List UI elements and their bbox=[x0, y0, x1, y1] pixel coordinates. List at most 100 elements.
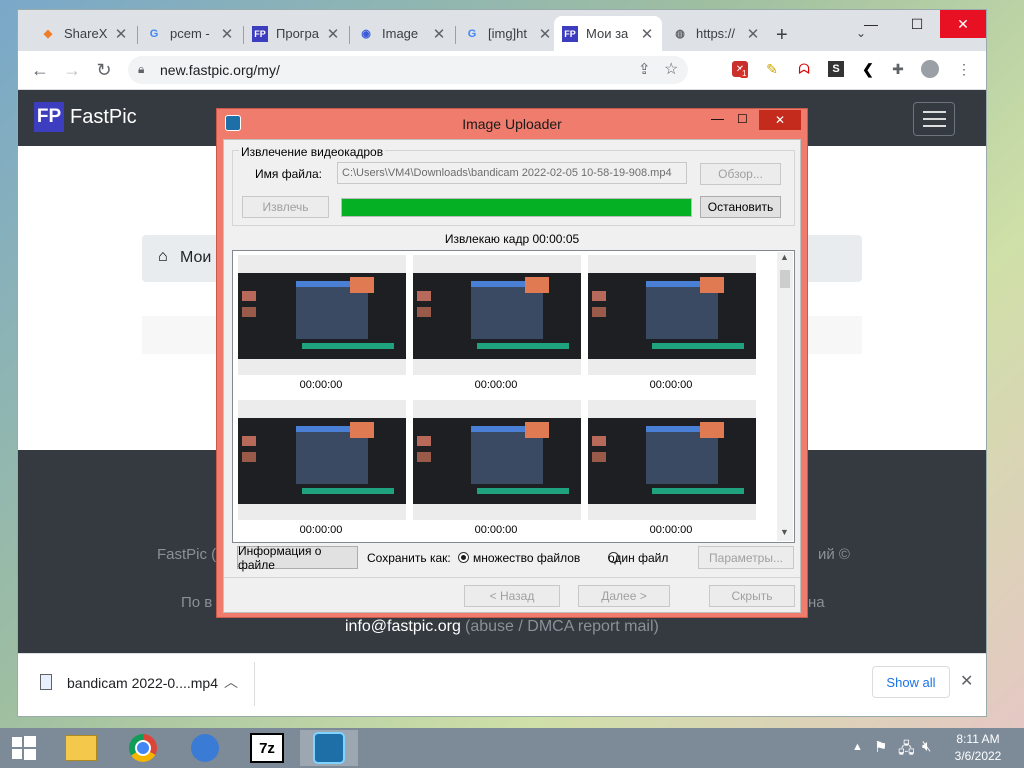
sevenzip-icon[interactable]: 7z bbox=[238, 730, 296, 766]
back-arrow-icon[interactable]: ← bbox=[26, 57, 54, 83]
tab-strip: ◆ ShareX ✕ G pcem - ✕ FP Програ ✕ ◉ Imag… bbox=[18, 10, 986, 51]
close-icon[interactable]: ✕ bbox=[326, 25, 340, 43]
tab-pcem[interactable]: G pcem - ✕ bbox=[138, 16, 242, 51]
frame-thumbnail[interactable]: 00:00:00 bbox=[411, 253, 581, 399]
multi-files-label[interactable]: множество файлов bbox=[473, 551, 580, 565]
single-file-label[interactable]: один файл bbox=[608, 551, 668, 565]
show-all-button[interactable]: Show all bbox=[872, 666, 950, 698]
frame-thumbnail[interactable]: 00:00:00 bbox=[586, 253, 756, 399]
tab-image[interactable]: ◉ Image ✕ bbox=[350, 16, 454, 51]
footer-line2-right: на bbox=[808, 594, 825, 611]
close-icon[interactable]: ✕ bbox=[220, 25, 234, 43]
home-icon[interactable]: ⌂ bbox=[158, 248, 168, 266]
url-text[interactable]: new.fastpic.org/my/ bbox=[160, 62, 280, 78]
frame-timecode: 00:00:00 bbox=[649, 524, 693, 536]
clock-time[interactable]: 8:11 AM bbox=[950, 732, 1006, 746]
frame-timecode: 00:00:00 bbox=[649, 379, 693, 391]
frame-thumbnail[interactable]: 00:00:00 bbox=[411, 398, 581, 542]
frame-image bbox=[413, 255, 581, 375]
file-info-button[interactable]: Информация о файле bbox=[237, 544, 358, 572]
multi-files-radio[interactable] bbox=[458, 552, 469, 563]
footer-email[interactable]: info@fastpic.org bbox=[345, 618, 461, 636]
footer-text-right: ий © bbox=[818, 546, 850, 563]
file-explorer-icon[interactable] bbox=[52, 730, 110, 766]
site-name[interactable]: FastPic bbox=[70, 106, 137, 129]
hide-button[interactable]: Скрыть bbox=[709, 585, 795, 607]
profile-avatar[interactable] bbox=[920, 59, 940, 79]
frame-thumbnail[interactable]: 00:00:00 bbox=[586, 398, 756, 542]
back-button[interactable]: < Назад bbox=[464, 585, 560, 607]
stop-button[interactable]: Остановить bbox=[700, 196, 781, 218]
frame-timecode: 00:00:00 bbox=[474, 379, 518, 391]
dialog-titlebar[interactable]: Image Uploader — ☐ ✕ bbox=[217, 109, 807, 139]
flag-icon[interactable]: ⚑ bbox=[874, 738, 887, 756]
frames-scrollbar[interactable]: ▲ ▼ bbox=[777, 252, 793, 541]
blue-globe-icon: ◉ bbox=[361, 28, 371, 40]
chrome-icon[interactable] bbox=[114, 730, 172, 766]
save-as-label: Сохранить как: bbox=[367, 551, 451, 565]
scrollbar-thumb[interactable] bbox=[780, 270, 790, 288]
file-path-field[interactable]: C:\Users\VM4\Downloads\bandicam 2022-02-… bbox=[337, 162, 687, 184]
share-icon[interactable]: ⇪ bbox=[638, 60, 651, 78]
volume-muted-icon[interactable]: 🔇︎ bbox=[922, 738, 931, 755]
maximize-button[interactable]: ☐ bbox=[737, 112, 748, 126]
close-icon[interactable]: ✕ bbox=[432, 25, 446, 43]
frame-image bbox=[588, 400, 756, 520]
tab-https[interactable]: ◍ https:// ✕ bbox=[664, 16, 768, 51]
close-window-button[interactable]: ✕ bbox=[940, 10, 986, 38]
close-icon[interactable]: ✕ bbox=[746, 25, 760, 43]
forward-arrow-icon[interactable]: → bbox=[58, 57, 86, 83]
fastpic-logo[interactable]: FP bbox=[34, 102, 64, 132]
start-button[interactable] bbox=[0, 730, 48, 766]
minimize-button[interactable]: — bbox=[848, 10, 894, 38]
scroll-up-icon[interactable]: ▲ bbox=[780, 252, 789, 262]
frame-thumbnail[interactable]: 00:00:00 bbox=[236, 253, 406, 399]
tab-sharex[interactable]: ◆ ShareX ✕ bbox=[32, 16, 136, 51]
browser-toolbar: ← → ↻ 🔒︎ new.fastpic.org/my/ ⇪ ☆ ✕ 1 ✎ ᗣ… bbox=[18, 51, 986, 90]
show-hidden-icons-icon[interactable]: ▲ bbox=[852, 741, 863, 753]
download-filename[interactable]: bandicam 2022-0....mp4 bbox=[67, 675, 218, 691]
tab-img-search[interactable]: G [img]ht ✕ bbox=[456, 16, 560, 51]
breadcrumb-label[interactable]: Мои bbox=[180, 249, 211, 267]
extraction-progress-bar bbox=[341, 198, 692, 217]
pencil-extension-icon[interactable]: ✎ bbox=[762, 59, 782, 79]
close-dialog-button[interactable]: ✕ bbox=[759, 110, 801, 130]
chevron-left-extension-icon[interactable]: ❮ bbox=[858, 59, 878, 79]
browse-button[interactable]: Обзор... bbox=[700, 163, 781, 185]
close-icon[interactable]: ✕ bbox=[640, 25, 654, 43]
close-icon[interactable]: ✕ bbox=[114, 25, 128, 43]
adblock-extension-icon[interactable]: ✕ 1 bbox=[730, 59, 750, 79]
new-tab-icon[interactable]: + bbox=[776, 24, 788, 47]
frame-thumbnail[interactable]: 00:00:00 bbox=[236, 398, 406, 542]
network-globe-icon[interactable] bbox=[176, 730, 234, 766]
parameters-button[interactable]: Параметры... bbox=[698, 546, 794, 569]
frame-timecode: 00:00:00 bbox=[474, 524, 518, 536]
menu-dots-icon[interactable]: ⋮ bbox=[954, 59, 974, 79]
extract-button[interactable]: Извлечь bbox=[242, 196, 329, 218]
dialog-body: Извлечение видеокадров Имя файла: C:\Use… bbox=[223, 139, 801, 613]
close-icon[interactable]: ✕ bbox=[960, 671, 973, 691]
minimize-button[interactable]: — bbox=[711, 111, 724, 126]
close-icon[interactable]: ✕ bbox=[538, 25, 552, 43]
ghost-extension-icon[interactable]: ᗣ bbox=[794, 59, 814, 79]
scroll-down-icon[interactable]: ▼ bbox=[780, 527, 789, 537]
image-uploader-taskbar-icon[interactable] bbox=[300, 730, 358, 766]
next-button[interactable]: Далее > bbox=[578, 585, 670, 607]
network-icon[interactable]: 🖧︎ bbox=[898, 738, 915, 763]
reload-icon[interactable]: ↻ bbox=[90, 57, 118, 83]
maximize-button[interactable]: ☐ bbox=[894, 10, 940, 38]
clock-date[interactable]: 3/6/2022 bbox=[950, 749, 1006, 763]
lock-icon: 🔒︎ bbox=[138, 62, 145, 76]
tab-my-images[interactable]: FP Мои за ✕ bbox=[554, 16, 662, 51]
address-bar[interactable]: 🔒︎ new.fastpic.org/my/ ⇪ ☆ bbox=[128, 56, 688, 84]
hamburger-menu-button[interactable] bbox=[913, 102, 955, 136]
tab-programs[interactable]: FP Програ ✕ bbox=[244, 16, 348, 51]
s-extension-icon[interactable]: S bbox=[826, 59, 846, 79]
star-icon[interactable]: ☆ bbox=[664, 59, 678, 79]
chevron-up-icon[interactable]: ︿ bbox=[224, 672, 238, 692]
puzzle-extensions-icon[interactable]: ✚ bbox=[888, 59, 908, 79]
progress-fill bbox=[342, 199, 691, 216]
frame-image bbox=[238, 255, 406, 375]
frames-list: 00:00:00 00:00:00 00:00:00 00:00:00 00:0… bbox=[232, 250, 795, 543]
frame-image bbox=[588, 255, 756, 375]
